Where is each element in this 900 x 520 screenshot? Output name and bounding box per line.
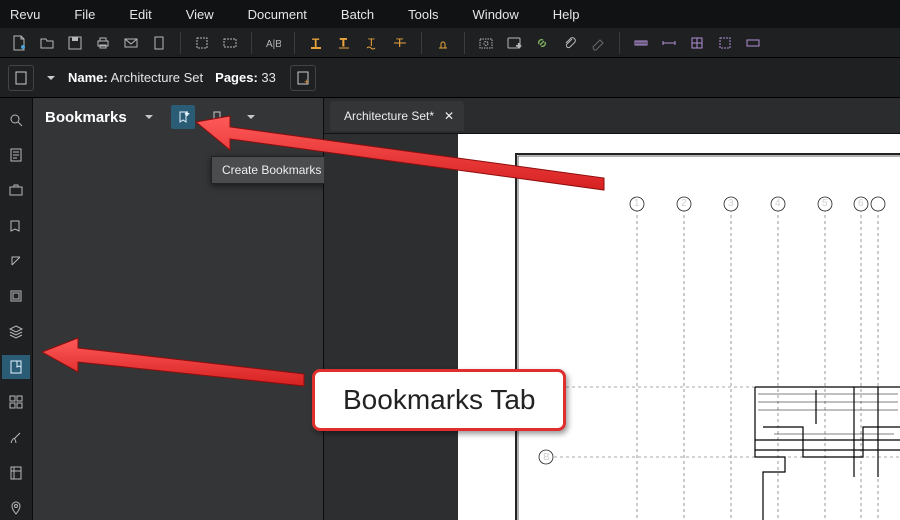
bookmarks-tab-icon[interactable] — [2, 355, 30, 378]
close-tab-icon[interactable]: ✕ — [444, 109, 454, 123]
measure1-icon[interactable] — [630, 32, 652, 54]
grid-col-4: 4 — [775, 198, 781, 209]
open-icon[interactable] — [36, 32, 58, 54]
svg-text:T: T — [340, 37, 347, 49]
menu-document[interactable]: Document — [248, 7, 307, 22]
stamp-icon[interactable] — [432, 32, 454, 54]
grid-col-1: 1 — [634, 198, 640, 209]
strikethrough-icon[interactable]: T — [389, 32, 411, 54]
places-icon[interactable] — [2, 497, 30, 520]
menu-file[interactable]: File — [74, 7, 95, 22]
save-icon[interactable] — [64, 32, 86, 54]
separator — [251, 32, 252, 54]
grid-col-6: 6 — [858, 198, 864, 209]
menu-bar: Revu File Edit View Document Batch Tools… — [0, 0, 900, 28]
links-icon[interactable] — [2, 249, 30, 272]
sets-icon[interactable] — [2, 214, 30, 237]
squiggle-icon[interactable]: T — [361, 32, 383, 54]
toolbar: A|B T T T T + — [0, 28, 900, 58]
highlight1-icon[interactable]: T — [305, 32, 327, 54]
set-pages: Pages: 33 — [215, 70, 276, 85]
menu-view[interactable]: View — [186, 7, 214, 22]
file-access-icon[interactable] — [2, 143, 30, 166]
svg-text:+: + — [304, 77, 309, 86]
panel-dropdown-icon[interactable] — [137, 105, 161, 129]
cloud-icon[interactable]: + — [503, 32, 525, 54]
grid-row-b: B — [543, 452, 550, 463]
document-icon[interactable] — [148, 32, 170, 54]
document-tab[interactable]: Architecture Set* ✕ — [330, 101, 464, 131]
menu-help[interactable]: Help — [553, 7, 580, 22]
menu-batch[interactable]: Batch — [341, 7, 374, 22]
callout-label: Bookmarks Tab — [312, 369, 566, 431]
menu-tools[interactable]: Tools — [408, 7, 438, 22]
separator — [294, 32, 295, 54]
menu-edit[interactable]: Edit — [129, 7, 151, 22]
info-bar: Name: Architecture Set Pages: 33 + — [0, 58, 900, 98]
panel-header: Bookmarks + — [33, 98, 323, 136]
svg-text:+: + — [185, 111, 189, 118]
toolchest-icon[interactable] — [2, 179, 30, 202]
layers-icon[interactable] — [2, 320, 30, 343]
text-tool-icon[interactable]: A|B — [262, 32, 284, 54]
add-page-icon[interactable]: + — [290, 65, 316, 91]
canvas-gutter — [324, 134, 458, 520]
underline-icon[interactable]: T — [333, 32, 355, 54]
crop-icon[interactable] — [191, 32, 213, 54]
link-icon[interactable] — [531, 32, 553, 54]
left-rail — [0, 98, 33, 520]
menu-window[interactable]: Window — [473, 7, 519, 22]
grid-col-5: 5 — [822, 198, 828, 209]
menu-revu[interactable]: Revu — [10, 7, 40, 22]
set-name: Name: Architecture Set — [68, 70, 203, 85]
thumbnails-icon[interactable] — [2, 391, 30, 414]
tooltip: Create Bookmarks — [211, 156, 332, 184]
separator — [180, 32, 181, 54]
floor-plan — [458, 134, 900, 520]
grid-col-3: 3 — [728, 198, 734, 209]
search-icon[interactable] — [2, 108, 30, 131]
svg-text:A|B: A|B — [266, 39, 281, 50]
panel-title: Bookmarks — [45, 109, 127, 126]
add-bookmark-icon[interactable] — [205, 105, 229, 129]
separator — [421, 32, 422, 54]
separator — [464, 32, 465, 54]
bookmarks-panel: Bookmarks + Create Bookmarks — [33, 98, 324, 520]
document-tabs: Architecture Set* ✕ — [324, 98, 900, 134]
panel-chevron-icon[interactable] — [239, 105, 263, 129]
flags-icon[interactable] — [2, 461, 30, 484]
measure3-icon[interactable] — [686, 32, 708, 54]
new-file-icon[interactable] — [8, 32, 30, 54]
forms-icon[interactable] — [2, 285, 30, 308]
create-bookmarks-button[interactable]: + — [171, 105, 195, 129]
signatures-icon[interactable] — [2, 426, 30, 449]
print-icon[interactable] — [92, 32, 114, 54]
document-page[interactable]: 1 2 3 4 5 6 A B — [458, 134, 900, 520]
eraser-icon[interactable] — [587, 32, 609, 54]
document-tab-label: Architecture Set* — [344, 109, 434, 123]
email-icon[interactable] — [120, 32, 142, 54]
set-dropdown-icon[interactable] — [42, 65, 60, 91]
set-page-icon[interactable] — [8, 65, 34, 91]
snapshot-icon[interactable] — [475, 32, 497, 54]
grid-col-2: 2 — [681, 198, 687, 209]
svg-text:+: + — [516, 41, 521, 51]
select-icon[interactable] — [219, 32, 241, 54]
separator — [619, 32, 620, 54]
attachment-icon[interactable] — [559, 32, 581, 54]
document-area: Architecture Set* ✕ — [324, 98, 900, 520]
measure5-icon[interactable] — [742, 32, 764, 54]
measure2-icon[interactable] — [658, 32, 680, 54]
workspace: Bookmarks + Create Bookmarks Architectur… — [0, 98, 900, 520]
measure4-icon[interactable] — [714, 32, 736, 54]
